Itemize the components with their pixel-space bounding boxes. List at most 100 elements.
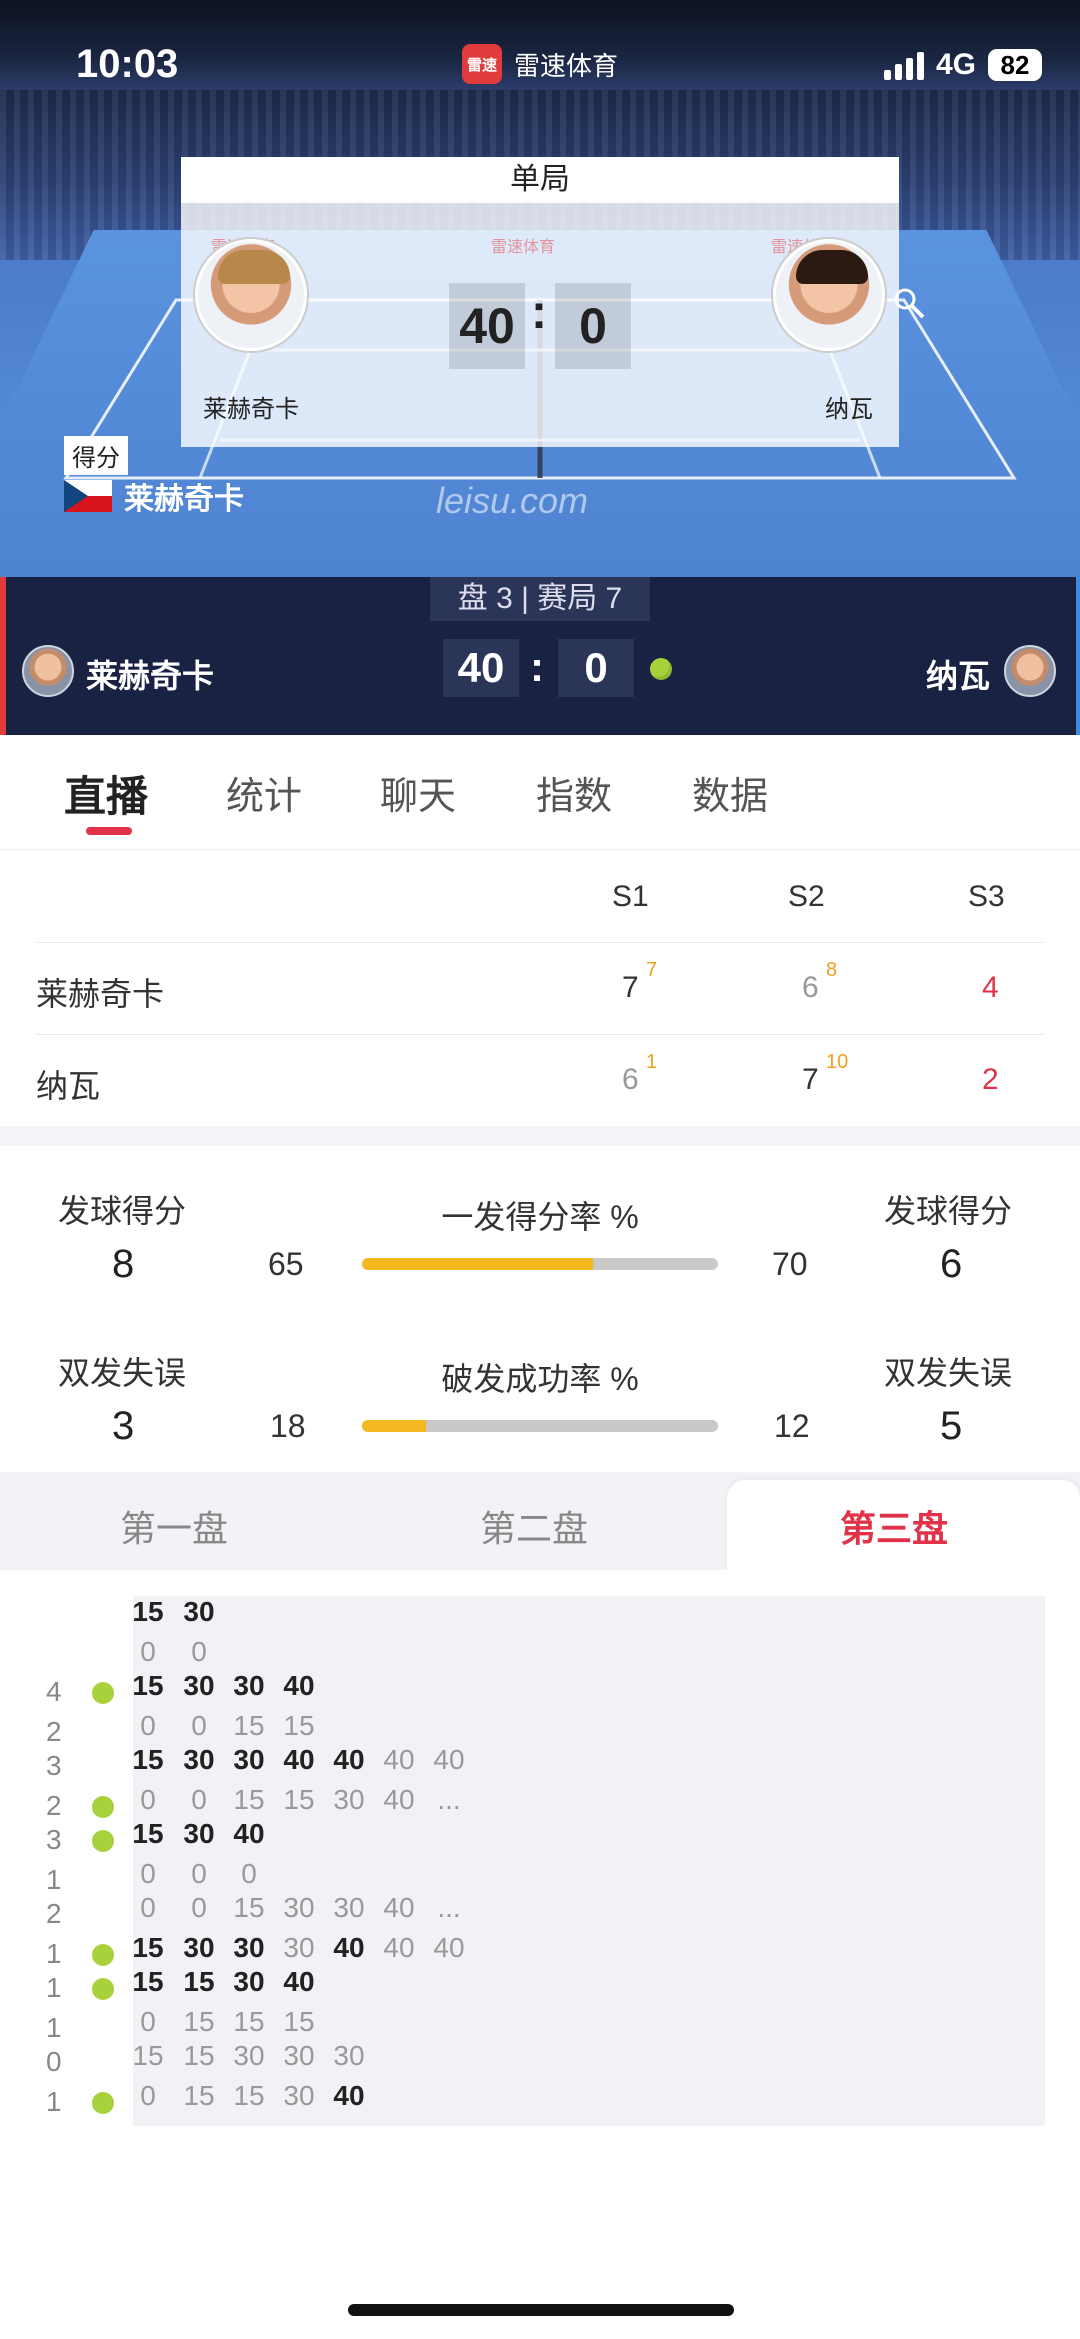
tab-live[interactable]: 直播 <box>64 763 148 824</box>
tab-data[interactable]: 数据 <box>692 765 768 820</box>
game-score-card: 单局 雷速体育 雷速体育 雷速体育 40 : 0 莱赫奇卡 纳瓦 <box>181 157 925 447</box>
table-row: 纳瓦 6 1 7 10 2 <box>36 1034 1044 1126</box>
player2-name: 纳瓦 <box>825 396 873 423</box>
point-winner: 莱赫奇卡 <box>64 474 244 518</box>
set2-score: 6 <box>802 971 819 1004</box>
tab-stats[interactable]: 统计 <box>226 765 302 820</box>
player2-game-score: 0 <box>555 283 631 369</box>
point-score-top: 40 <box>283 1670 315 1701</box>
player1-name: 莱赫奇卡 <box>86 658 215 694</box>
app-brand: 雷速 雷速体育 <box>462 44 618 84</box>
set2-score: 7 <box>802 1063 819 1096</box>
point-score-bottom: 40 <box>333 2080 365 2111</box>
point-score-top: ... <box>437 1892 461 1923</box>
score-separator: : <box>531 286 547 339</box>
watermark-logo: 雷速体育 <box>491 239 556 256</box>
server-ball-icon <box>92 1796 114 1818</box>
player2-name: 纳瓦 <box>36 1068 101 1104</box>
player1-score: 40 <box>443 639 519 697</box>
status-bar: 10:03 雷速 雷速体育 4G 82 <box>0 0 1080 130</box>
point-score-top: 40 <box>433 1744 465 1775</box>
stat-left-pct: 65 <box>268 1246 304 1282</box>
section-divider <box>0 1126 1080 1146</box>
player1-name: 莱赫奇卡 <box>36 976 165 1012</box>
point-score-bottom: 15 <box>283 2006 315 2037</box>
game-score-top: 4 <box>46 1676 62 1707</box>
system-icons: 4G 82 <box>883 48 1042 82</box>
stat-right-pct: 70 <box>772 1246 808 1282</box>
live-scorebar: 盘 3 | 赛局 7 莱赫奇卡 40 : 0 纳瓦 <box>0 577 1080 735</box>
point-score-top: 30 <box>183 1596 215 1627</box>
player1-game-score: 40 <box>449 283 525 369</box>
serving-ball-icon <box>650 658 672 680</box>
stat-left-pct: 18 <box>270 1408 306 1444</box>
player2-score: 0 <box>558 639 634 697</box>
stat-value: 3 <box>112 1404 135 1448</box>
battery-icon: 82 <box>988 49 1042 81</box>
home-indicator[interactable] <box>348 2304 734 2316</box>
set2-tiebreak: 10 <box>826 1051 849 1073</box>
set3-score: 2 <box>982 1063 999 1096</box>
table-row: 莱赫奇卡 7 7 6 8 4 <box>36 942 1044 1034</box>
point-score-bottom: 15 <box>283 1710 315 1741</box>
site-watermark: leisu.com <box>436 480 589 521</box>
stat-title: 破发成功率 % <box>441 1361 639 1397</box>
server-ball-icon <box>92 1978 114 2000</box>
signal-icon <box>883 50 924 80</box>
tab-set-3[interactable]: 第三盘 <box>840 1500 948 1552</box>
set1-tiebreak: 1 <box>646 1051 658 1073</box>
point-score-bottom: 0 <box>191 1636 207 1667</box>
header-s1: S1 <box>612 880 649 913</box>
app-name: 雷速体育 <box>514 50 619 81</box>
set1-tiebreak: 7 <box>646 959 658 981</box>
set1-score: 6 <box>622 1063 639 1096</box>
court-hero: 10:03 雷速 雷速体育 4G 82 单局 雷速体育 雷速体育 雷速体育 40… <box>0 0 1080 577</box>
game-score-top: 1 <box>46 1972 62 2003</box>
player2-avatar-small <box>1004 645 1056 697</box>
point-score-top: 40 <box>233 1818 265 1849</box>
header-s3: S3 <box>968 880 1005 913</box>
point-by-point-log: 15 30 0 0 4 2 15 30 30 40 0 0 15 15 3 2 15 30 30 40 40 40 40 0 0… <box>0 1570 1080 2339</box>
stat-label: 发球得分 <box>58 1193 187 1229</box>
set1-score: 7 <box>622 971 639 1004</box>
stat-bar-fill <box>362 1258 594 1270</box>
set-game-label: 盘 3 | 赛局 7 <box>430 577 650 621</box>
player1-avatar <box>195 239 307 351</box>
point-score-bottom: ... <box>437 1784 461 1815</box>
stat-bar-fill <box>362 1420 427 1432</box>
tab-set-1[interactable]: 第一盘 <box>120 1500 228 1552</box>
status-time: 10:03 <box>76 42 179 86</box>
stat-bar <box>362 1420 718 1432</box>
server-ball-icon <box>92 1944 114 1966</box>
tab-odds[interactable]: 指数 <box>536 765 612 820</box>
racket-icon <box>894 288 925 319</box>
stat-title: 一发得分率 % <box>441 1199 639 1235</box>
header-s2: S2 <box>788 880 825 913</box>
player1-name: 莱赫奇卡 <box>203 396 299 423</box>
tab-set-2[interactable]: 第二盘 <box>480 1500 588 1552</box>
network-type: 4G <box>935 48 976 81</box>
stat-value: 5 <box>940 1404 963 1448</box>
set-tabs: 第一盘 第二盘 第三盘 <box>0 1472 1080 1570</box>
main-tabs: 直播 统计 聊天 指数 数据 <box>0 735 1080 850</box>
point-winner-name: 莱赫奇卡 <box>124 483 244 516</box>
server-ball-icon <box>92 1682 114 1704</box>
player2-avatar <box>773 239 885 351</box>
game-score-top: 3 <box>46 1824 62 1855</box>
stat-bar <box>362 1258 718 1270</box>
point-score-bottom: 0 <box>241 1858 257 1889</box>
stat-right-pct: 12 <box>774 1408 810 1444</box>
app-logo-icon: 雷速 <box>462 44 502 84</box>
stat-label: 发球得分 <box>884 1193 1013 1229</box>
game-score-bottom: 1 <box>46 2086 62 2117</box>
server-ball-icon <box>92 1830 114 1852</box>
set-score-table: S1 S2 S3 莱赫奇卡 7 7 6 8 4 纳瓦 6 1 7 10 2 <box>0 850 1080 1126</box>
game-score-top: 2 <box>46 1898 62 1929</box>
stat-label: 双发失误 <box>58 1355 187 1391</box>
tab-chat[interactable]: 聊天 <box>380 765 456 820</box>
game-score-top: 3 <box>46 1750 62 1781</box>
score-separator: : <box>530 643 544 690</box>
point-score-top: 30 <box>333 2040 365 2071</box>
stat-value: 8 <box>112 1242 135 1286</box>
game-score-top: 0 <box>46 2046 62 2077</box>
